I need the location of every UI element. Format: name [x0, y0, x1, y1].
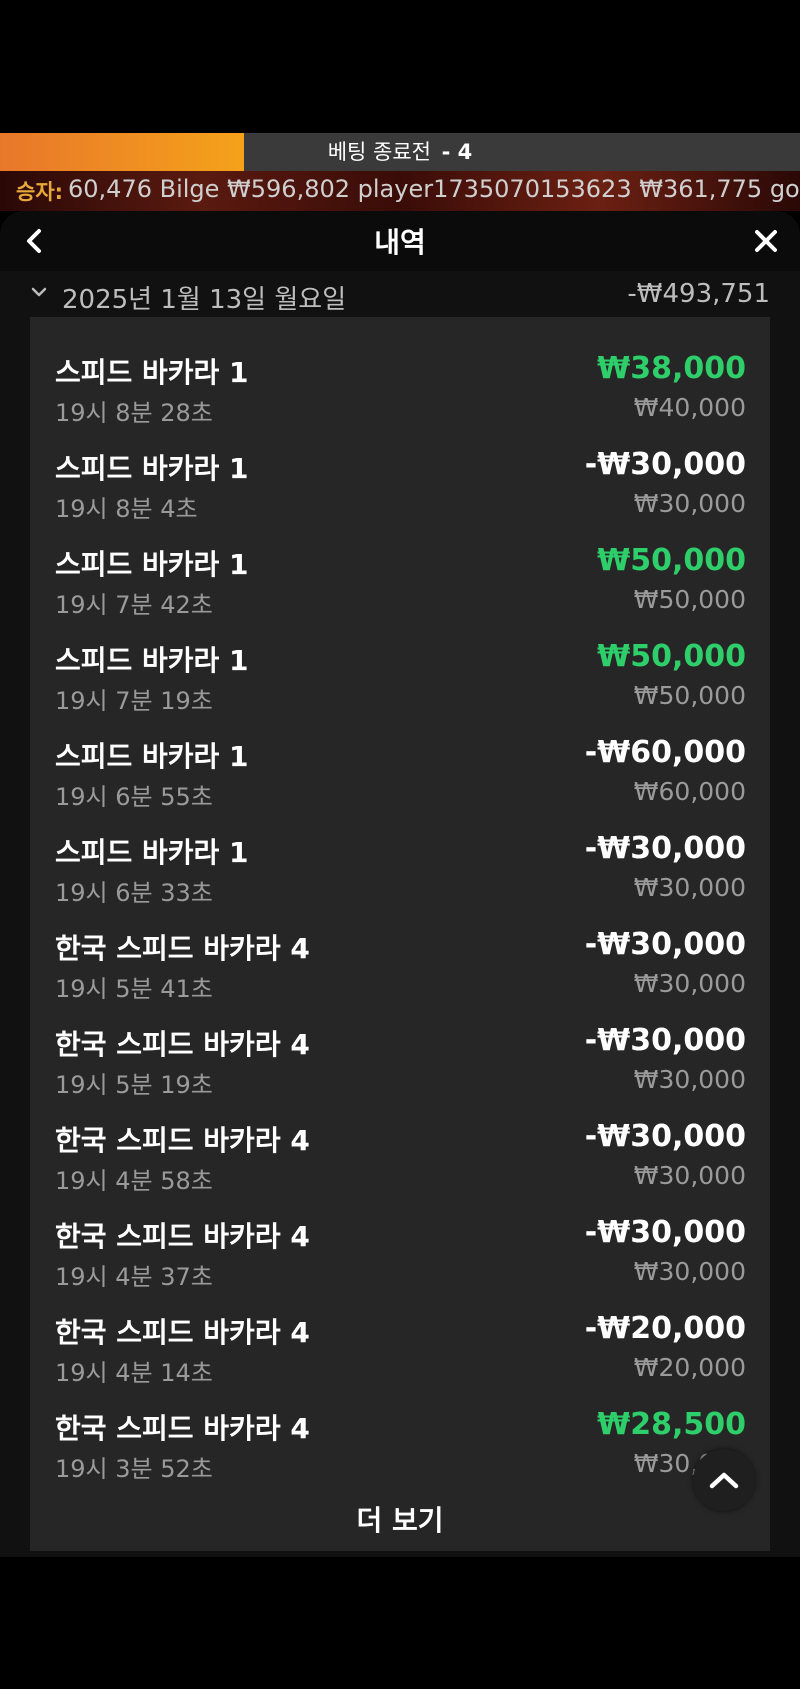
bet-time: 19시 5분 19초	[55, 1071, 213, 1099]
bet-stake: ₩20,000	[633, 1353, 746, 1382]
date-total: -₩493,751	[627, 279, 770, 309]
bet-row[interactable]: 스피드 바카라 1 19시 7분 42초 ₩50,000 ₩50,000	[30, 521, 770, 619]
bet-stake: ₩30,000	[633, 1161, 746, 1190]
bet-result: ₩50,000	[597, 639, 746, 674]
bet-game-name: 스피드 바카라 1	[55, 740, 249, 773]
bet-game-name: 스피드 바카라 1	[55, 356, 249, 389]
bet-result: ₩38,000	[597, 351, 746, 386]
bet-stake: ₩50,000	[633, 585, 746, 614]
progress-count: - 4	[441, 140, 473, 164]
bet-stake: ₩50,000	[633, 681, 746, 710]
bet-stake: ₩40,000	[633, 393, 746, 422]
chevron-up-icon	[709, 1472, 739, 1489]
bet-result: -₩30,000	[584, 1119, 746, 1154]
panel-title: 내역	[374, 226, 426, 259]
progress-label: 베팅 종료전 - 4	[0, 133, 800, 171]
bet-time: 19시 3분 52초	[55, 1455, 213, 1483]
ticker-text: 60,476 Bilge ₩596,802 player173507015362…	[68, 175, 800, 203]
bet-row[interactable]: 스피드 바카라 1 19시 8분 28초 ₩38,000 ₩40,000	[30, 329, 770, 427]
bet-game-name: 스피드 바카라 1	[55, 452, 249, 485]
close-button[interactable]	[744, 219, 788, 263]
load-more-button[interactable]: 더 보기	[30, 1499, 770, 1539]
bet-result: -₩30,000	[584, 1023, 746, 1058]
progress-label-text: 베팅 종료전	[327, 140, 431, 164]
bet-stake: ₩30,000	[633, 1257, 746, 1286]
scroll-to-top-button[interactable]	[693, 1449, 755, 1511]
bet-stake: ₩30,000	[633, 489, 746, 518]
bet-row[interactable]: 스피드 바카라 1 19시 6분 55초 -₩60,000 ₩60,000	[30, 713, 770, 811]
panel-header: 내역	[0, 211, 800, 271]
bet-row[interactable]: 한국 스피드 바카라 4 19시 4분 37초 -₩30,000 ₩30,000	[30, 1193, 770, 1291]
bet-stake: ₩60,000	[633, 777, 746, 806]
bet-game-name: 한국 스피드 바카라 4	[55, 1220, 310, 1253]
bet-game-name: 한국 스피드 바카라 4	[55, 1316, 310, 1349]
bet-result: ₩50,000	[597, 543, 746, 578]
bet-result: -₩30,000	[584, 927, 746, 962]
bet-result: -₩20,000	[584, 1311, 746, 1346]
bet-time: 19시 8분 4초	[55, 495, 198, 523]
bet-time: 19시 6분 55초	[55, 783, 213, 811]
bet-time: 19시 8분 28초	[55, 399, 213, 427]
bet-time: 19시 4분 37초	[55, 1263, 213, 1291]
bet-game-name: 스피드 바카라 1	[55, 836, 249, 869]
bet-row[interactable]: 한국 스피드 바카라 4 19시 5분 19초 -₩30,000 ₩30,000	[30, 1001, 770, 1099]
bet-row[interactable]: 한국 스피드 바카라 4 19시 4분 14초 -₩20,000 ₩20,000	[30, 1289, 770, 1387]
bet-game-name: 한국 스피드 바카라 4	[55, 1028, 310, 1061]
history-panel: 내역 2025년 1월 13일 월요일 -₩493,751 더 보기 스피드 바…	[0, 211, 800, 1557]
winners-ticker: 승자: 60,476 Bilge ₩596,802 player17350701…	[0, 171, 800, 211]
bet-result: -₩30,000	[584, 1215, 746, 1250]
bet-row[interactable]: 한국 스피드 바카라 4 19시 4분 58초 -₩30,000 ₩30,000	[30, 1097, 770, 1195]
bet-game-name: 한국 스피드 바카라 4	[55, 1412, 310, 1445]
bet-game-name: 한국 스피드 바카라 4	[55, 1124, 310, 1157]
bet-time: 19시 6분 33초	[55, 879, 213, 907]
close-icon	[755, 230, 777, 252]
date-group-header[interactable]: 2025년 1월 13일 월요일 -₩493,751	[0, 271, 800, 321]
bet-stake: ₩30,000	[633, 873, 746, 902]
bet-stake: ₩30,000	[633, 969, 746, 998]
bet-stake: ₩30,000	[633, 1065, 746, 1094]
bet-game-name: 스피드 바카라 1	[55, 548, 249, 581]
bet-row[interactable]: 한국 스피드 바카라 4 19시 5분 41초 -₩30,000 ₩30,000	[30, 905, 770, 1003]
bet-game-name: 한국 스피드 바카라 4	[55, 932, 310, 965]
betting-progress-bar: 베팅 종료전 - 4	[0, 133, 800, 171]
bet-result: -₩60,000	[584, 735, 746, 770]
bet-result: -₩30,000	[584, 447, 746, 482]
bet-row[interactable]: 스피드 바카라 1 19시 6분 33초 -₩30,000 ₩30,000	[30, 809, 770, 907]
ticker-label: 승자:	[16, 180, 64, 204]
bet-result: -₩30,000	[584, 831, 746, 866]
bet-time: 19시 4분 14초	[55, 1359, 213, 1387]
chevron-down-icon	[30, 280, 48, 305]
bet-row[interactable]: 스피드 바카라 1 19시 7분 19초 ₩50,000 ₩50,000	[30, 617, 770, 715]
bet-time: 19시 4분 58초	[55, 1167, 213, 1195]
bet-time: 19시 5분 41초	[55, 975, 213, 1003]
bet-list: 더 보기 스피드 바카라 1 19시 8분 28초 ₩38,000 ₩40,000 스피…	[30, 317, 770, 1551]
bet-row[interactable]: 스피드 바카라 1 19시 8분 4초 -₩30,000 ₩30,000	[30, 425, 770, 523]
bet-row[interactable]: 한국 스피드 바카라 4 19시 3분 52초 ₩28,500 ₩30,000	[30, 1385, 770, 1483]
date-label: 2025년 1월 13일 월요일	[62, 285, 347, 315]
bet-time: 19시 7분 42초	[55, 591, 213, 619]
bet-result: ₩28,500	[597, 1407, 746, 1442]
bet-game-name: 스피드 바카라 1	[55, 644, 249, 677]
bet-time: 19시 7분 19초	[55, 687, 213, 715]
